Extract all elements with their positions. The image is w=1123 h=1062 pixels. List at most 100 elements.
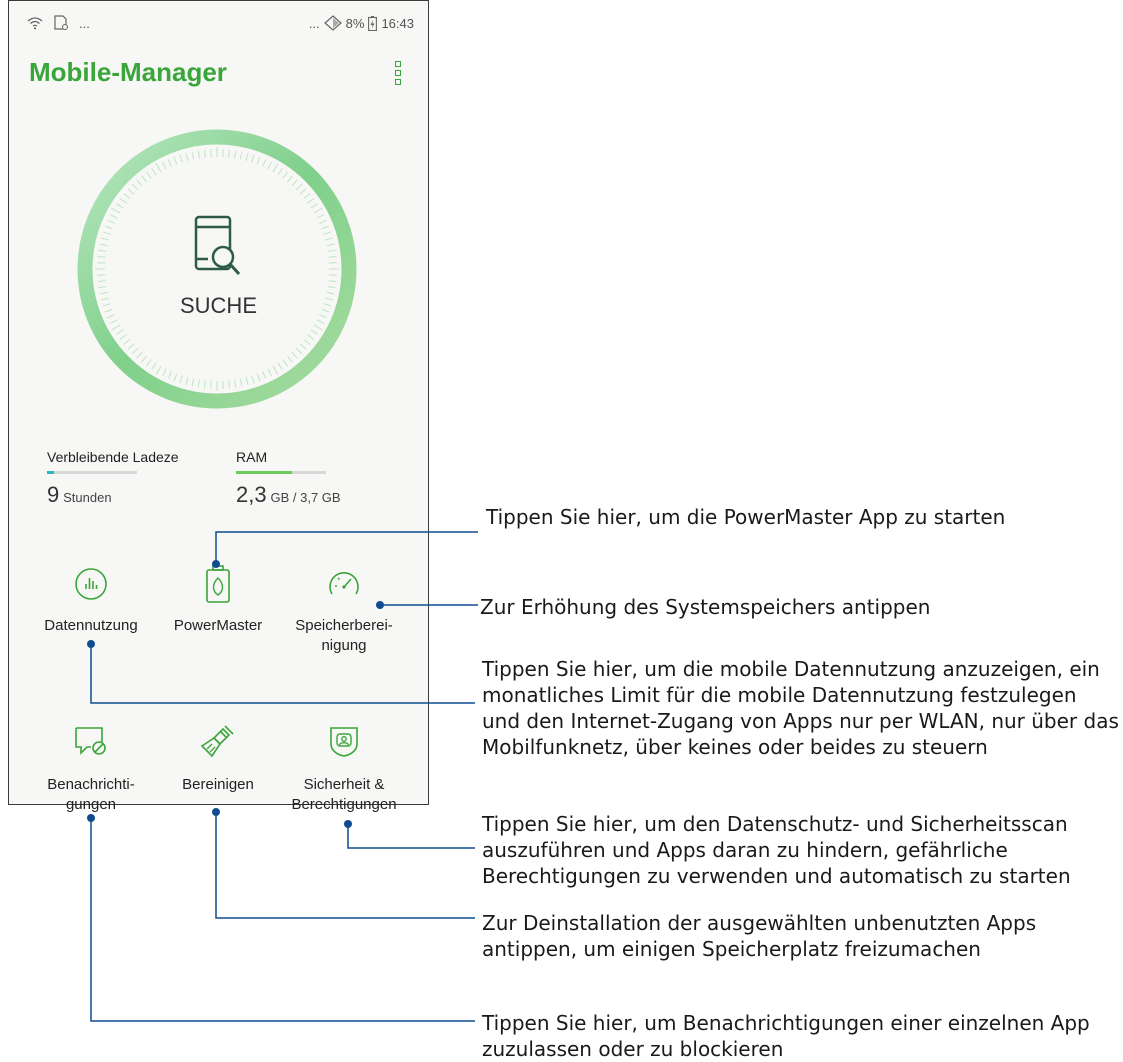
gauge-tick bbox=[328, 281, 336, 282]
gauge-tick bbox=[252, 376, 254, 384]
gauge-tick bbox=[98, 256, 106, 257]
gauge-tick bbox=[168, 159, 171, 166]
gauge-tick bbox=[314, 208, 323, 213]
gauge-tick bbox=[192, 379, 194, 387]
gauge-tick bbox=[311, 330, 318, 334]
gauge-tick bbox=[103, 232, 111, 234]
ram-bar bbox=[236, 471, 326, 474]
gauge-tick bbox=[98, 287, 106, 288]
battery-percent: 8% bbox=[346, 16, 365, 31]
gauge-tick bbox=[268, 369, 272, 376]
wifi-icon bbox=[27, 16, 43, 30]
callout-dot-bereinigen bbox=[212, 808, 220, 816]
gauge-tick bbox=[324, 232, 332, 234]
gauge-tick bbox=[120, 335, 126, 340]
app-title: Mobile-Manager bbox=[29, 57, 227, 88]
gauge-tick bbox=[229, 150, 230, 158]
tile-label-line1: Speicherberei- bbox=[284, 616, 404, 636]
stat-value: 9 bbox=[47, 482, 59, 507]
tile-label-line1: Sicherheit & bbox=[284, 775, 404, 795]
tile-powermaster[interactable]: PowerMaster bbox=[158, 564, 278, 636]
annotation-sicherheit: Tippen Sie hier, um den Datenschutz- und… bbox=[482, 811, 1071, 889]
gauge-tick bbox=[98, 281, 106, 282]
data-usage-icon bbox=[74, 567, 108, 601]
ram-bar-fill bbox=[236, 471, 292, 474]
signal-icon bbox=[324, 15, 342, 31]
gauge-tick bbox=[317, 215, 324, 219]
gauge-tick bbox=[137, 180, 142, 186]
gauge-tick bbox=[105, 226, 112, 229]
notification-block-icon bbox=[73, 725, 109, 757]
gauge-tick bbox=[163, 162, 167, 169]
status-time: 16:43 bbox=[381, 16, 414, 31]
gauge-tick bbox=[146, 360, 151, 366]
gauge-tick bbox=[141, 176, 146, 182]
gauge-tick bbox=[304, 339, 310, 344]
annotation-line: Tippen Sie hier, um Benachrichtigungen e… bbox=[482, 1010, 1090, 1036]
ram-stat: RAM 2,3 GB / 3,7 GB bbox=[236, 449, 341, 508]
tile-sicherheit[interactable]: Sicherheit & Berechtigungen bbox=[284, 723, 404, 815]
shield-user-icon bbox=[328, 724, 360, 758]
gauge-tick bbox=[322, 226, 329, 229]
gauge-tick bbox=[110, 215, 117, 219]
gauge-tick bbox=[156, 366, 161, 375]
battery-bar bbox=[47, 471, 137, 474]
gauge-tick bbox=[198, 150, 199, 158]
gauge-tick bbox=[314, 325, 323, 330]
gauge-tick bbox=[328, 287, 336, 288]
gauge-tick bbox=[328, 256, 336, 257]
stat-unit: GB / 3,7 GB bbox=[270, 490, 340, 505]
battery-remaining-stat: Verbleibende Ladeze 9 Stunden bbox=[47, 449, 179, 508]
battery-charging-icon bbox=[368, 16, 377, 31]
tile-bereinigen[interactable]: Bereinigen bbox=[158, 723, 278, 795]
gauge-tick bbox=[246, 153, 248, 161]
tile-benachrichtigungen[interactable]: Benachrichti- gungen bbox=[31, 723, 151, 815]
gauge-tick bbox=[287, 356, 292, 362]
gauge-tick bbox=[252, 155, 254, 163]
gauge-tick bbox=[296, 348, 302, 354]
broom-icon bbox=[199, 723, 237, 759]
stat-title: Verbleibende Ladeze bbox=[47, 449, 179, 465]
sim-icon bbox=[53, 15, 69, 31]
gauge-tick bbox=[132, 184, 138, 190]
gauge-tick bbox=[186, 377, 188, 385]
overflow-menu-icon[interactable] bbox=[393, 61, 403, 85]
gauge-tick bbox=[328, 250, 336, 251]
gauge-tick bbox=[325, 238, 333, 240]
annotation-bereinigen: Zur Deinstallation der ausgewählten unbe… bbox=[482, 910, 1036, 962]
gauge-tick bbox=[141, 356, 146, 362]
status-right-prefix: ... bbox=[309, 16, 320, 31]
gauge-tick bbox=[308, 335, 314, 340]
tile-speicherbereinigung[interactable]: Speicherberei- nigung bbox=[284, 564, 404, 656]
gauge-tick bbox=[174, 374, 177, 381]
gauge-tick bbox=[235, 150, 236, 158]
gauge-tick bbox=[263, 159, 266, 166]
annotation-line: Zur Deinstallation der ausgewählten unbe… bbox=[482, 910, 1036, 936]
gauge-tick bbox=[100, 244, 108, 246]
callout-dot-sicherheit bbox=[344, 820, 352, 828]
gauge-tick bbox=[146, 172, 151, 178]
annotation-line: Tippen Sie hier, um die PowerMaster App … bbox=[486, 504, 1005, 530]
annotation-line: Berechtigungen zu verwenden und automati… bbox=[482, 863, 1071, 889]
gauge-tick bbox=[273, 163, 278, 172]
gauge-tick bbox=[128, 344, 134, 349]
gauge-tick bbox=[198, 380, 199, 388]
gauge-tick bbox=[273, 366, 278, 375]
gauge-tick bbox=[156, 163, 161, 172]
callout-dot-datennutzung bbox=[87, 640, 95, 648]
callout-dot-speicher bbox=[376, 601, 384, 609]
status-bar: ... ... 8% 16:43 bbox=[9, 1, 428, 41]
gauge-tick bbox=[111, 208, 120, 213]
tile-label: Bereinigen bbox=[158, 775, 278, 795]
gauge-tick bbox=[116, 330, 123, 334]
tile-label: PowerMaster bbox=[158, 616, 278, 636]
scan-label: SUCHE bbox=[9, 293, 428, 319]
phone-screen: ... ... 8% 16:43 Mobile-Manager bbox=[8, 0, 429, 805]
gauge-tick bbox=[311, 204, 318, 208]
gauge-tick bbox=[235, 380, 236, 388]
callout-dot-benachrichtigungen bbox=[87, 814, 95, 822]
tile-label-line2: Berechtigungen bbox=[284, 795, 404, 815]
gauge-tick bbox=[327, 244, 335, 246]
annotation-line: antippen, um einigen Speicherplatz freiz… bbox=[482, 936, 1036, 962]
tile-datennutzung[interactable]: Datennutzung bbox=[31, 564, 151, 636]
